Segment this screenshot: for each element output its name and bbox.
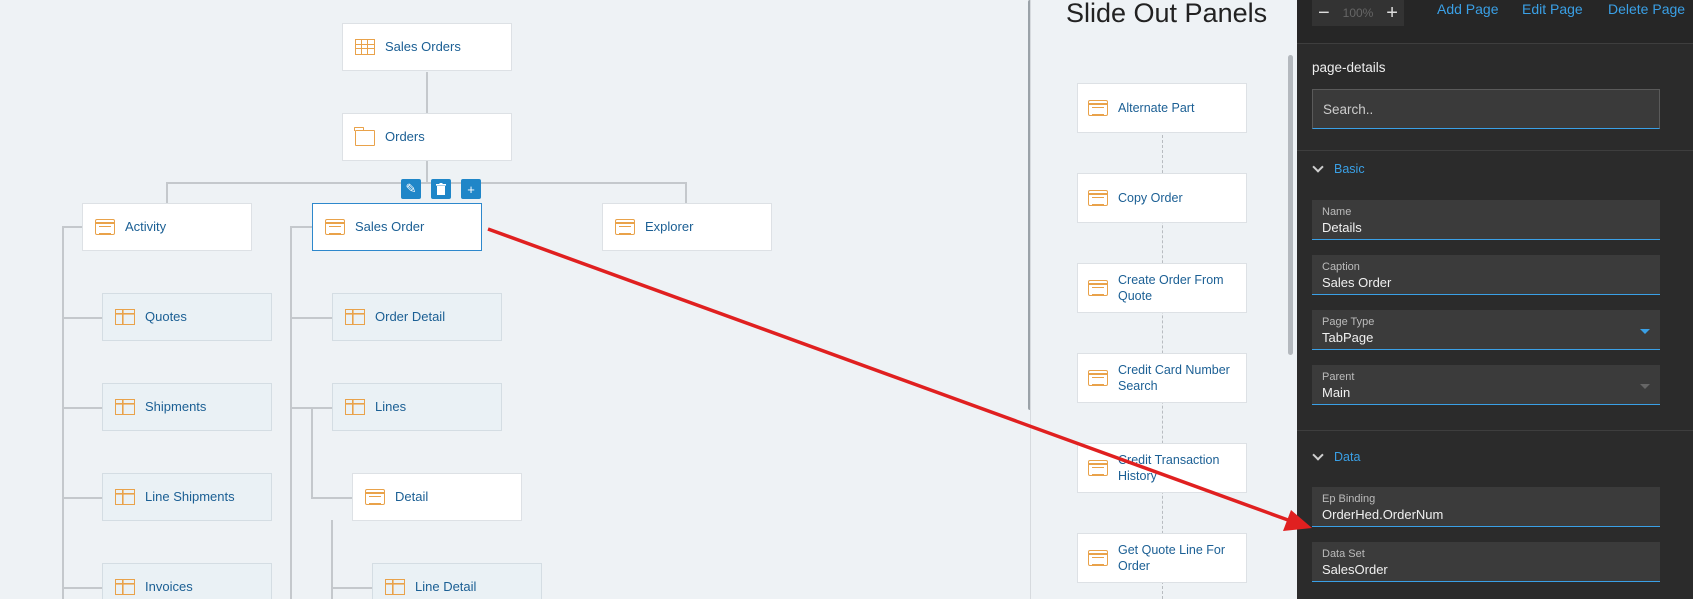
annotation-arrow [487,227,1312,531]
